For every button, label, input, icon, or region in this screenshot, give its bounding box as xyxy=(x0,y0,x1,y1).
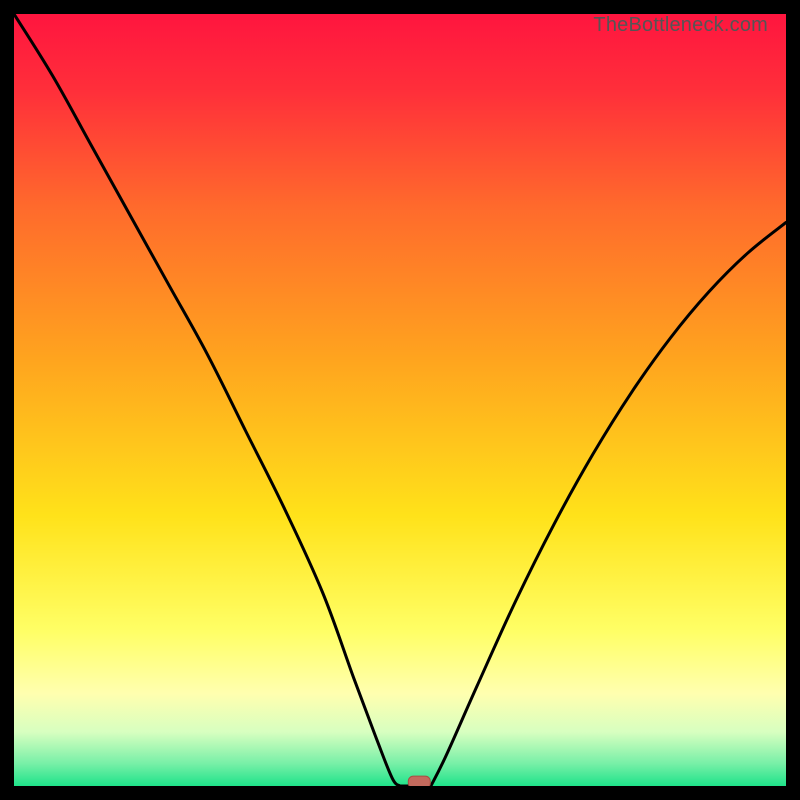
gradient-background xyxy=(14,14,786,786)
bottleneck-chart xyxy=(14,14,786,786)
watermark-text: TheBottleneck.com xyxy=(593,14,768,37)
optimum-marker xyxy=(408,776,430,786)
chart-frame: TheBottleneck.com xyxy=(14,14,786,786)
